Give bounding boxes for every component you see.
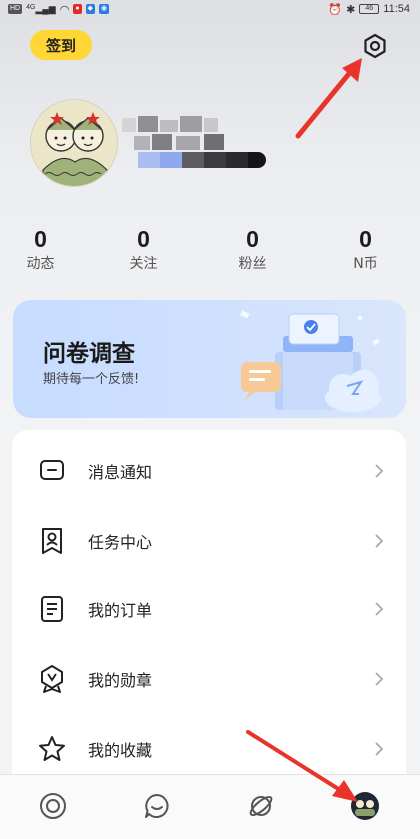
- menu-card: 消息通知 任务中心 我的订单 我的勋章 我的收藏: [12, 430, 406, 790]
- order-icon: [38, 595, 66, 623]
- nav-chat[interactable]: [140, 789, 174, 823]
- chevron-right-icon: [372, 672, 386, 686]
- chevron-right-icon: [372, 464, 386, 478]
- checkin-button[interactable]: 签到: [30, 30, 92, 60]
- survey-banner[interactable]: 问卷调查 期待每一个反馈!: [13, 300, 406, 418]
- message-icon: [38, 457, 66, 485]
- stat-label: 粉丝: [238, 256, 267, 272]
- app-notification-icon-3: ◉: [98, 4, 110, 14]
- menu-item-label: 消息通知: [88, 463, 153, 482]
- stat-label: 动态: [26, 256, 55, 272]
- menu-item-notifications[interactable]: 消息通知: [12, 436, 406, 506]
- avatar[interactable]: [30, 99, 118, 187]
- menu-item-tasks[interactable]: 任务中心: [12, 506, 406, 576]
- wifi-icon: ◠: [59, 3, 70, 16]
- signal-label: 4G: [26, 3, 36, 11]
- gear-icon: [364, 33, 386, 59]
- nav-discover[interactable]: [244, 789, 278, 823]
- signal-icon: 4G▂▄▆: [26, 3, 56, 14]
- star-icon: [38, 735, 66, 763]
- stat-value: 0: [246, 226, 259, 252]
- hd-badge: HD: [8, 4, 23, 14]
- stat-followers[interactable]: 0 粉丝: [200, 224, 305, 284]
- stat-following[interactable]: 0 关注: [91, 224, 196, 284]
- status-bar: HD 4G▂▄▆ ◠ ● ◆ ◉ ⏰ ✱ 46 11:54: [0, 0, 420, 18]
- profile-avatar-icon: [351, 792, 379, 820]
- alarm-icon: ⏰: [328, 3, 343, 16]
- survey-title: 问卷调查: [43, 341, 135, 367]
- avatar-illustration: [31, 100, 117, 186]
- menu-item-orders[interactable]: 我的订单: [12, 574, 406, 644]
- chat-icon: [145, 794, 169, 818]
- clock: 11:54: [383, 3, 410, 15]
- bluetooth-icon: ✱: [346, 3, 356, 16]
- stat-value: 0: [137, 226, 150, 252]
- task-icon: [38, 527, 66, 555]
- nav-home[interactable]: [36, 789, 70, 823]
- stat-ncoins[interactable]: 0 N币: [313, 224, 418, 284]
- planet-icon: [249, 795, 273, 817]
- annotation-arrow-settings: [295, 58, 362, 139]
- bottom-nav: [0, 774, 420, 839]
- status-right: ⏰ ✱ 46 11:54: [328, 3, 410, 16]
- stat-label: N币: [353, 256, 378, 272]
- chevron-right-icon: [372, 534, 386, 548]
- survey-illustration: [240, 310, 381, 412]
- username-redacted: [122, 116, 266, 168]
- medal-icon: [38, 665, 66, 693]
- menu-item-label: 我的订单: [88, 601, 153, 620]
- status-left: HD 4G▂▄▆ ◠ ● ◆ ◉: [8, 3, 110, 16]
- menu-item-label: 我的收藏: [88, 741, 153, 760]
- settings-button[interactable]: [360, 31, 390, 61]
- home-ring-icon: [40, 793, 66, 819]
- menu-item-label: 任务中心: [88, 533, 153, 552]
- stat-posts[interactable]: 0 动态: [0, 224, 93, 284]
- app-notification-icon: ●: [73, 4, 82, 14]
- menu-item-label: 我的勋章: [88, 671, 153, 690]
- stat-value: 0: [34, 226, 47, 252]
- battery-level: 46: [365, 5, 374, 12]
- nav-profile[interactable]: [348, 789, 382, 823]
- menu-item-medals[interactable]: 我的勋章: [12, 644, 406, 714]
- stats-row: 0 动态 0 关注 0 粉丝 0 N币: [0, 224, 420, 284]
- survey-subtitle: 期待每一个反馈!: [43, 372, 140, 387]
- stat-value: 0: [359, 226, 372, 252]
- battery-icon: 46: [359, 4, 380, 14]
- chevron-right-icon: [372, 742, 386, 756]
- stat-label: 关注: [129, 256, 158, 272]
- app-notification-icon-2: ◆: [85, 4, 95, 14]
- chevron-right-icon: [372, 602, 386, 616]
